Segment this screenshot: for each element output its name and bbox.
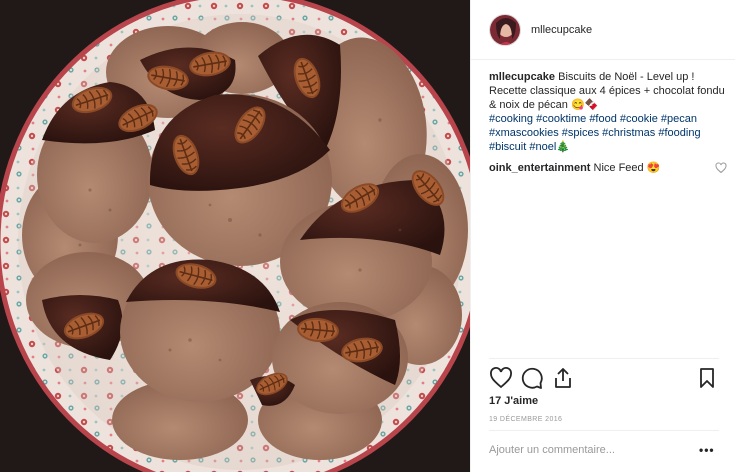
bookmark-icon[interactable]	[695, 366, 719, 390]
post-header: mllecupcake	[471, 0, 735, 60]
header-username[interactable]: mllecupcake	[531, 24, 592, 36]
likes-count[interactable]: 17 J'aime	[489, 395, 538, 407]
caption-username[interactable]: mllecupcake	[489, 71, 555, 83]
comment-icon[interactable]	[520, 366, 544, 390]
hashtag-link[interactable]: #noel🎄	[529, 141, 570, 153]
hashtag-link[interactable]: #cooktime	[536, 113, 586, 125]
avatar[interactable]	[489, 13, 521, 46]
heart-icon[interactable]	[489, 366, 513, 390]
action-bar	[489, 366, 719, 390]
comment-item: oink_entertainment Nice Feed 😍	[489, 161, 727, 175]
caption: mllecupcake Biscuits de Noël - Level up …	[489, 70, 727, 154]
hashtag-link[interactable]: #christmas	[602, 127, 655, 139]
heart-icon[interactable]	[715, 162, 727, 174]
divider	[489, 358, 719, 359]
share-icon[interactable]	[551, 366, 575, 390]
divider	[489, 430, 719, 431]
hashtag-link[interactable]: #xmascookies	[489, 127, 559, 139]
cookies-photo	[0, 0, 470, 472]
hashtag-list: #cooking #cooktime #food #cookie #pecan …	[489, 113, 701, 153]
post-photo[interactable]	[0, 0, 470, 472]
hashtag-link[interactable]: #fooding	[658, 127, 700, 139]
comments-section: mllecupcake Biscuits de Noël - Level up …	[489, 70, 727, 175]
hashtag-link[interactable]: #cooking	[489, 113, 533, 125]
hashtag-link[interactable]: #pecan	[661, 113, 697, 125]
comment-text: Nice Feed 😍	[593, 162, 661, 174]
hashtag-link[interactable]: #cookie	[620, 113, 658, 125]
hashtag-link[interactable]: #spices	[562, 127, 599, 139]
add-comment-input[interactable]	[489, 441, 689, 459]
avatar-image	[490, 14, 520, 45]
hashtag-link[interactable]: #biscuit	[489, 141, 526, 153]
comment-username[interactable]: oink_entertainment	[489, 162, 590, 174]
post-details-panel: mllecupcake mllecupcake Biscuits de Noël…	[470, 0, 735, 472]
post-date: 19 DÉCEMBRE 2016	[489, 416, 563, 423]
more-options-button[interactable]: •••	[699, 443, 715, 457]
hashtag-link[interactable]: #food	[589, 113, 617, 125]
